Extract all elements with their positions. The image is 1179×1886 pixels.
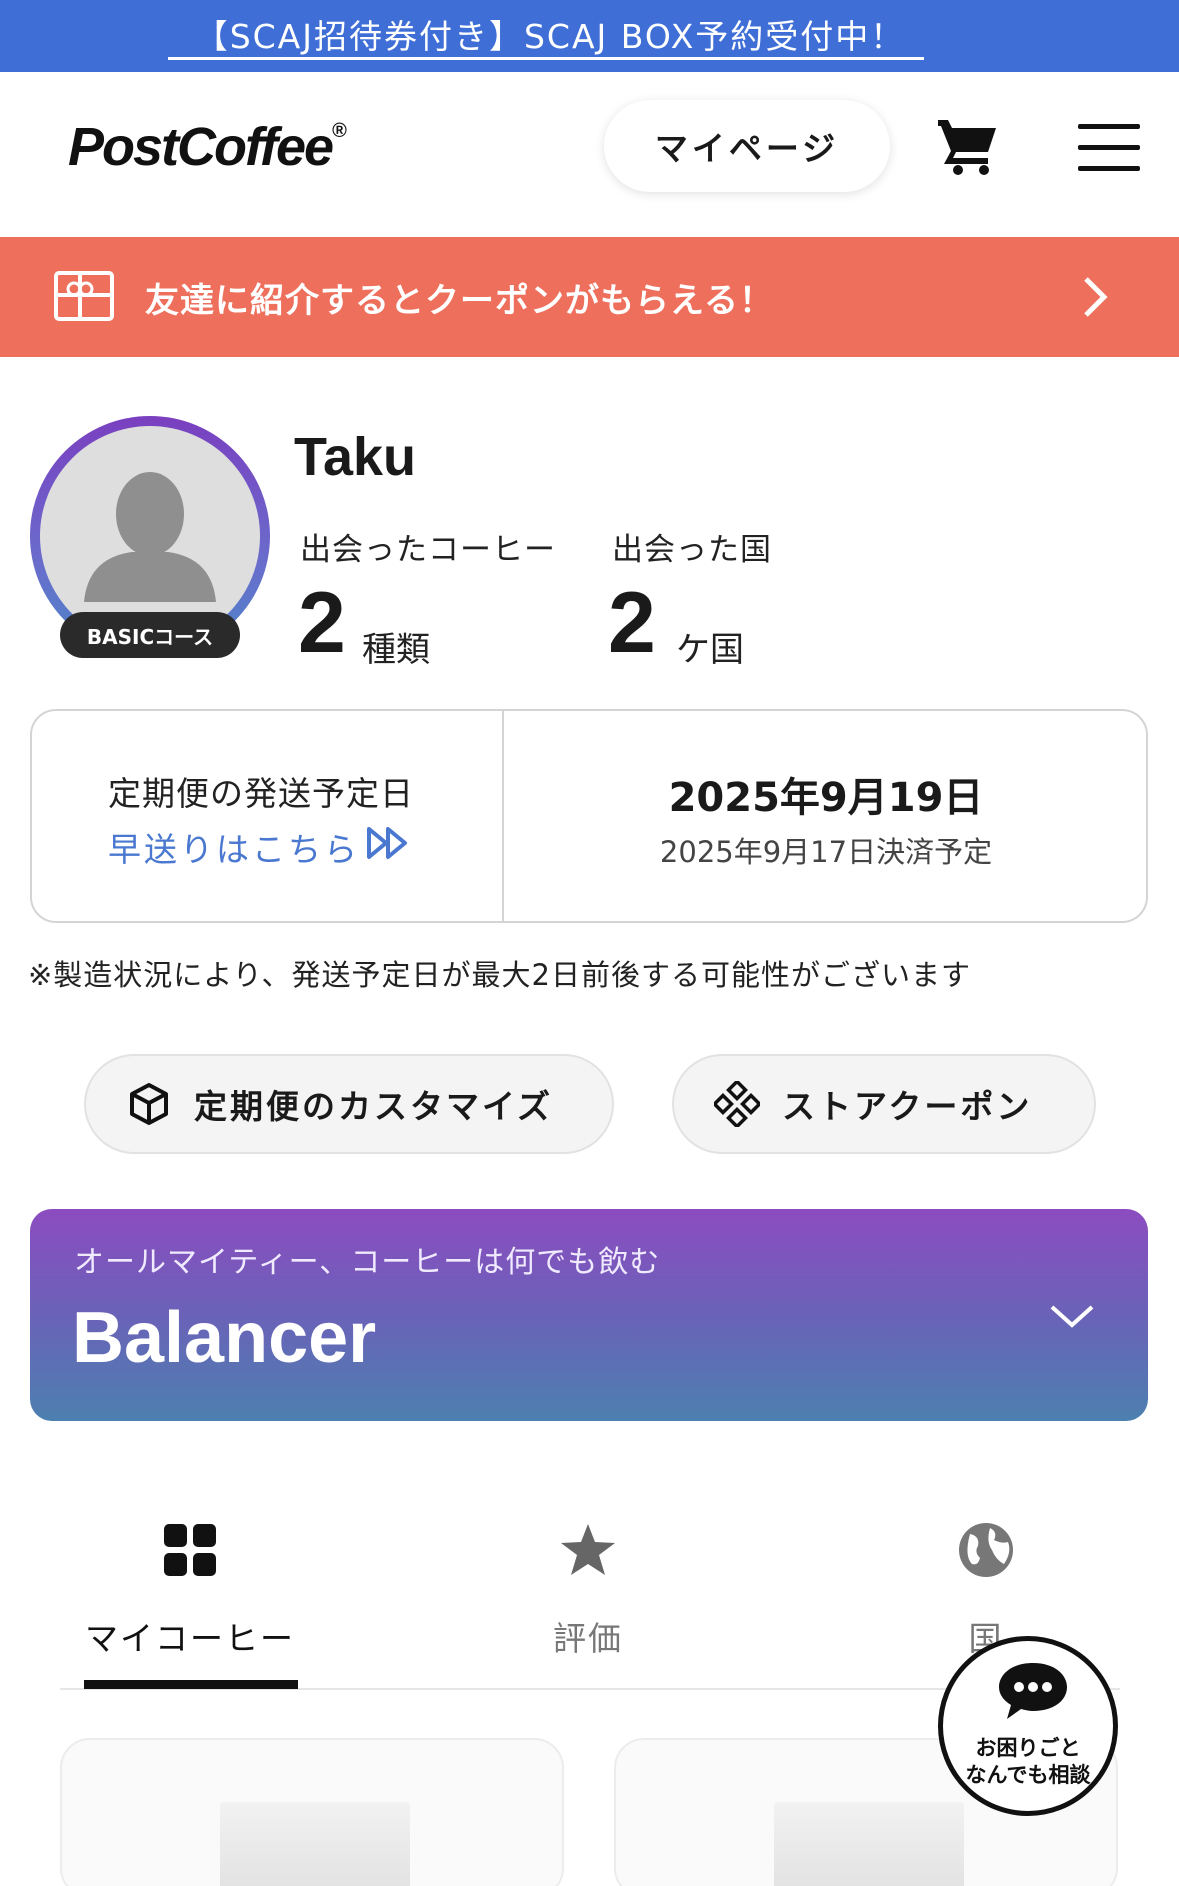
- shipping-card: 定期便の発送予定日 早送りはこちら 2025年9月19日 2025年9月17日決…: [30, 709, 1148, 923]
- star-icon: [561, 1524, 615, 1575]
- box-icon: [130, 1083, 168, 1125]
- menu-bar: [1078, 124, 1140, 129]
- chat-help-line2: なんでも相談: [965, 1763, 1091, 1787]
- logo[interactable]: PostCoffee®: [68, 116, 347, 178]
- coffee-count-unit: 種類: [362, 630, 430, 670]
- chat-help-line1: お困りごと: [975, 1736, 1081, 1760]
- globe-icon: [959, 1523, 1013, 1577]
- campaign-banner-text[interactable]: 【SCAJ招待券付き】SCAJ BOX予約受付中！: [0, 10, 1100, 58]
- mypage-button[interactable]: マイページ: [604, 100, 890, 192]
- fast-shipping-link[interactable]: 早送りはこちら: [108, 823, 360, 871]
- coffee-type-card[interactable]: オールマイティー、コーヒーは何でも飲む Balancer: [30, 1209, 1148, 1421]
- store-coupon-label: ストアクーポン: [782, 1087, 1033, 1126]
- coffee-package-image: [774, 1802, 964, 1886]
- coffee-count: 2: [298, 575, 346, 671]
- active-tab-indicator: [84, 1680, 298, 1689]
- course-badge: BASICコース: [60, 612, 240, 658]
- customize-subscription-button[interactable]: 定期便のカスタマイズ: [84, 1054, 614, 1154]
- logo-text: PostCoffee: [68, 117, 334, 177]
- cart-icon[interactable]: [936, 114, 1000, 178]
- country-count: 2: [608, 575, 656, 671]
- coffee-package-image: [220, 1802, 410, 1886]
- chat-bubble-icon: [999, 1663, 1067, 1719]
- coupon-icon: [714, 1081, 760, 1127]
- menu-bar: [1078, 145, 1140, 150]
- grid-icon: [164, 1524, 216, 1576]
- payment-date: 2025年9月17日決済予定: [659, 835, 993, 869]
- tab-my-coffee[interactable]: マイコーヒー: [60, 1520, 320, 1700]
- menu-bar: [1078, 166, 1140, 171]
- chat-help-label: お困りごと なんでも相談: [943, 1735, 1113, 1789]
- gift-icon: [54, 271, 114, 321]
- tab-ratings-label: 評価: [553, 1619, 623, 1658]
- coffee-type-subtitle: オールマイティー、コーヒーは何でも飲む: [74, 1245, 661, 1280]
- referral-text: 友達に紹介するとクーポンがもらえる！: [145, 281, 774, 321]
- country-count-unit: ケ国: [676, 630, 744, 670]
- site-header: PostCoffee® マイページ: [0, 72, 1179, 237]
- coffee-type-name: Balancer: [72, 1298, 377, 1378]
- shipping-date-label: 定期便の発送予定日: [108, 774, 414, 813]
- shipping-date: 2025年9月19日: [668, 775, 984, 821]
- chevron-right-icon: [1084, 277, 1108, 317]
- hamburger-menu-icon[interactable]: [1078, 124, 1140, 171]
- logo-registered-mark: ®: [332, 120, 347, 142]
- campaign-banner[interactable]: 【SCAJ招待券付き】SCAJ BOX予約受付中！: [0, 0, 1179, 72]
- fast-forward-icon[interactable]: [366, 825, 410, 861]
- referral-banner[interactable]: 友達に紹介するとクーポンがもらえる！: [0, 237, 1179, 357]
- customize-subscription-label: 定期便のカスタマイズ: [194, 1087, 554, 1126]
- coffee-product-card[interactable]: [60, 1738, 564, 1886]
- store-coupon-button[interactable]: ストアクーポン: [672, 1054, 1096, 1154]
- shipping-note: ※製造状況により、発送予定日が最大2日前後する可能性がございます: [28, 958, 972, 992]
- tab-my-coffee-label: マイコーヒー: [85, 1619, 295, 1658]
- coffee-count-label: 出会ったコーヒー: [300, 532, 556, 568]
- tab-ratings[interactable]: 評価: [458, 1520, 718, 1700]
- country-count-label: 出会った国: [612, 532, 772, 568]
- username: Taku: [294, 427, 417, 487]
- campaign-banner-underline: [168, 57, 924, 60]
- chevron-down-icon[interactable]: [1048, 1301, 1096, 1331]
- chat-help-button[interactable]: お困りごと なんでも相談: [938, 1636, 1118, 1816]
